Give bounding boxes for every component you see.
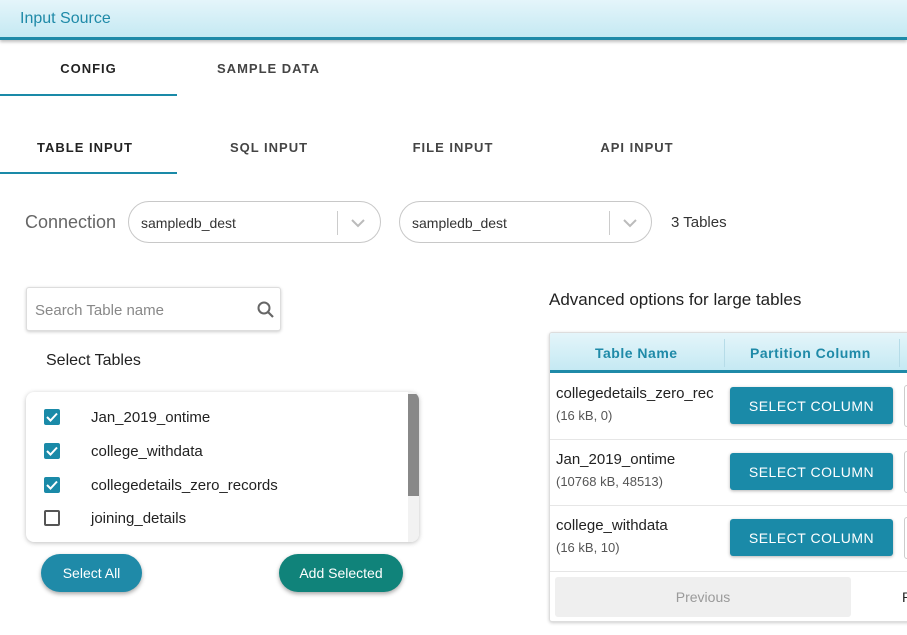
list-item[interactable]: college_withdata <box>26 438 406 471</box>
list-item[interactable]: collegedetails_zero_records <box>26 472 406 505</box>
search-table-input[interactable] <box>35 300 250 320</box>
list-scroll-thumb[interactable] <box>408 394 419 496</box>
row-table-meta: (16 kB, 0) <box>556 408 613 423</box>
header-title: Input Source <box>20 10 111 27</box>
advanced-options-table: Table Name Partition Column collegedetai… <box>549 332 907 622</box>
select-separator <box>609 211 610 235</box>
tab-file-input[interactable]: FILE INPUT <box>368 140 538 155</box>
advanced-options-title: Advanced options for large tables <box>549 290 802 309</box>
checkbox-checked-icon[interactable] <box>44 477 60 493</box>
connection-select-destination-value: sampledb_dest <box>412 215 507 231</box>
connection-select-destination[interactable]: sampledb_dest <box>399 201 652 243</box>
row-table-name: Jan_2019_ontime <box>556 451 676 468</box>
connection-select-source-value: sampledb_dest <box>141 215 236 231</box>
checkbox-unchecked-icon[interactable] <box>44 510 60 526</box>
row-table-name: collegedetails_zero_rec <box>556 385 714 402</box>
chevron-down-icon <box>623 219 637 228</box>
tab-table-input-indicator <box>0 172 177 174</box>
tab-config[interactable]: CONFIG <box>0 61 177 76</box>
tables-count: 3 Tables <box>671 214 727 231</box>
table-row: college_withdata (16 kB, 10) SELECT COLU… <box>550 506 907 572</box>
list-item[interactable]: joining_details <box>26 505 406 538</box>
table-header-row: Table Name Partition Column <box>550 333 907 373</box>
connection-select-source[interactable]: sampledb_dest <box>128 201 381 243</box>
add-selected-button[interactable]: Add Selected <box>279 554 403 592</box>
list-scrollbar[interactable] <box>408 392 419 542</box>
list-item-label: joining_details <box>91 510 187 527</box>
connection-label: Connection <box>25 212 117 232</box>
search-table-box <box>26 287 281 331</box>
previous-page-button[interactable]: Previous <box>555 577 851 617</box>
select-column-button[interactable]: SELECT COLUMN <box>730 519 893 556</box>
list-item-partial[interactable] <box>26 538 406 542</box>
select-column-button[interactable]: SELECT COLUMN <box>730 387 893 424</box>
select-tables-label: Select Tables <box>46 352 141 369</box>
row-table-name: college_withdata <box>556 517 668 534</box>
chevron-down-icon <box>351 219 365 228</box>
search-icon[interactable] <box>256 300 276 320</box>
checkbox-checked-icon[interactable] <box>44 409 60 425</box>
app-header: Input Source <box>0 0 907 40</box>
tab-sample-data[interactable]: SAMPLE DATA <box>180 61 357 76</box>
table-row: collegedetails_zero_rec (16 kB, 0) SELEC… <box>550 374 907 440</box>
select-column-button[interactable]: SELECT COLUMN <box>730 453 893 490</box>
table-row: Jan_2019_ontime (10768 kB, 48513) SELECT… <box>550 440 907 506</box>
tab-api-input[interactable]: API INPUT <box>552 140 722 155</box>
column-header-table-name[interactable]: Table Name <box>595 345 678 361</box>
tab-table-input[interactable]: TABLE INPUT <box>0 140 170 155</box>
list-item[interactable]: Jan_2019_ontime <box>26 404 406 437</box>
next-page-button[interactable]: P <box>902 589 907 605</box>
tab-config-indicator <box>0 94 177 96</box>
list-item-label: collegedetails_zero_records <box>91 477 278 494</box>
select-all-button[interactable]: Select All <box>41 554 142 592</box>
column-header-partition-column[interactable]: Partition Column <box>750 345 871 361</box>
select-separator <box>337 211 338 235</box>
list-item-label: college_withdata <box>91 443 203 460</box>
tab-sql-input[interactable]: SQL INPUT <box>184 140 354 155</box>
column-separator <box>724 339 725 367</box>
list-item-label: Jan_2019_ontime <box>91 409 211 426</box>
table-list: Jan_2019_ontime college_withdata college… <box>26 392 419 542</box>
row-table-meta: (10768 kB, 48513) <box>556 474 663 489</box>
row-table-meta: (16 kB, 10) <box>556 540 620 555</box>
checkbox-checked-icon[interactable] <box>44 443 60 459</box>
column-separator <box>899 339 900 367</box>
